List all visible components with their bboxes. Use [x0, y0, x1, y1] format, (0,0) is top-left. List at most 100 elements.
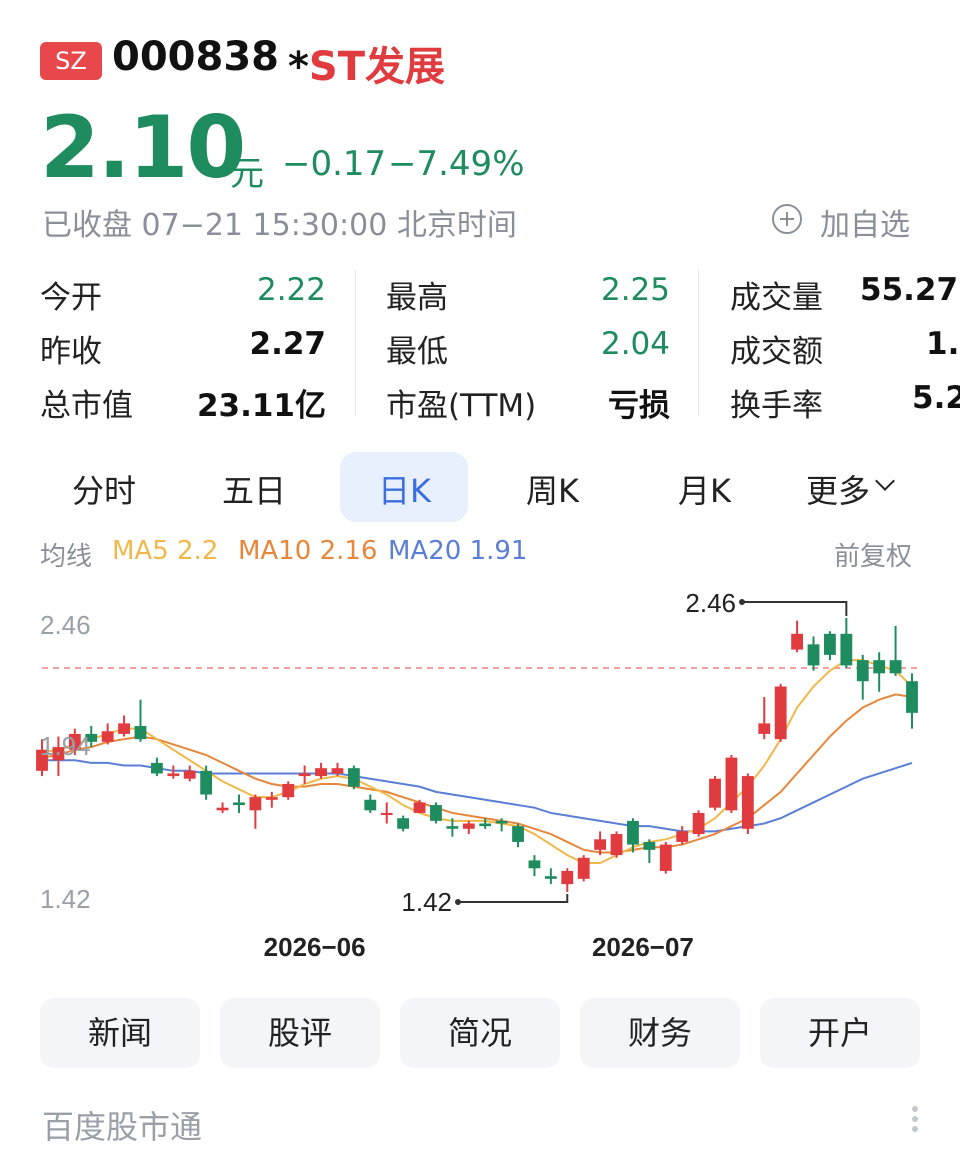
- tab-more[interactable]: 更多: [806, 466, 870, 512]
- profile-button[interactable]: 简况: [400, 998, 560, 1068]
- candle-body: [758, 723, 771, 734]
- ma10-value: MA10 2.16: [238, 536, 378, 566]
- low-marker-dot: [455, 899, 461, 905]
- stat-label: 最低: [386, 334, 448, 370]
- stat-value: 23.11亿: [196, 388, 326, 424]
- candlestick-chart[interactable]: 2.46 1.94 1.42 2.46 1.42 2026−06 2026−07: [0, 590, 960, 980]
- candle-body: [561, 870, 574, 885]
- stat-label: 总市值: [40, 388, 133, 424]
- candle-body: [840, 633, 853, 666]
- more-vertical-icon[interactable]: [910, 1106, 920, 1140]
- candle-body: [479, 823, 492, 827]
- candle-body: [544, 876, 557, 879]
- comments-button[interactable]: 股评: [220, 998, 380, 1068]
- y-axis-label: 2.46: [40, 610, 91, 640]
- candle-body: [167, 773, 180, 777]
- candle-body: [200, 770, 213, 795]
- plus-circle-icon: [772, 204, 802, 234]
- candle-body: [643, 841, 656, 850]
- candle-body: [873, 660, 886, 674]
- candle-body: [446, 826, 459, 829]
- financials-button[interactable]: 财务: [580, 998, 740, 1068]
- candle-body: [528, 860, 541, 869]
- stock-name-text: ST发展: [308, 44, 446, 90]
- candle-body: [298, 773, 311, 777]
- candle-body: [380, 812, 393, 815]
- stat-label: 昨收: [40, 334, 102, 370]
- candle-body: [512, 826, 524, 842]
- open-account-button[interactable]: 开户: [760, 998, 920, 1068]
- candle-body: [889, 660, 902, 674]
- candle-body: [856, 660, 869, 682]
- exchange-badge: SZ: [40, 42, 102, 80]
- candle-body: [676, 831, 689, 842]
- stat-value: 亏损: [608, 388, 670, 424]
- tab-daily-k[interactable]: 日K: [378, 466, 431, 512]
- stat-value: 2.25: [600, 272, 670, 308]
- stat-label: 市盈(TTM): [386, 388, 537, 424]
- y-axis-label: 1.42: [40, 884, 91, 914]
- candle-body: [725, 757, 738, 811]
- ma5-value: MA5 2.2: [112, 536, 219, 566]
- high-marker-line: [742, 601, 848, 616]
- candle-body: [430, 805, 442, 821]
- high-marker-label: 2.46: [685, 590, 736, 618]
- candle-body: [331, 768, 344, 774]
- x-axis-label: 2026−07: [592, 932, 694, 962]
- price-change: −0.17: [282, 144, 387, 184]
- candle-body: [364, 799, 377, 811]
- stat-value: 55.27: [860, 272, 959, 308]
- stat-label: 今开: [40, 280, 102, 316]
- candle-body: [265, 797, 278, 800]
- stat-value: 2.22: [256, 272, 326, 308]
- candle-body: [709, 778, 721, 808]
- stat-value: 2.27: [249, 326, 327, 362]
- price-change-pct: −7.49%: [388, 144, 525, 184]
- candle-body: [118, 723, 130, 734]
- candle-body: [791, 633, 804, 650]
- candle-body: [741, 776, 754, 829]
- tab-intraday[interactable]: 分时: [72, 466, 136, 512]
- candle-body: [150, 762, 163, 774]
- candle-body: [577, 857, 590, 879]
- y-axis-label: 1.94: [40, 731, 91, 761]
- candle-body: [216, 807, 229, 811]
- candle-body: [824, 633, 836, 655]
- stat-label: 最高: [386, 280, 448, 316]
- stat-label: 成交量: [730, 280, 823, 316]
- low-marker-label: 1.42: [401, 887, 452, 917]
- candle-body: [610, 834, 623, 856]
- candle-body: [627, 820, 639, 845]
- tab-weekly-k[interactable]: 周K: [526, 466, 579, 512]
- stat-value: 1.: [926, 326, 960, 362]
- candle-body: [249, 797, 262, 811]
- stat-label: 成交额: [730, 334, 823, 370]
- candle-body: [495, 820, 508, 824]
- stat-value: 5.2: [912, 380, 960, 416]
- tab-five-day[interactable]: 五日: [222, 466, 286, 512]
- candle-body: [659, 844, 672, 871]
- low-marker-line: [458, 894, 569, 903]
- candle-body: [183, 770, 196, 779]
- candle-body: [906, 681, 918, 713]
- divider: [355, 270, 356, 416]
- candle-body: [692, 812, 705, 835]
- x-axis-label: 2026−06: [264, 932, 366, 962]
- market-status: 已收盘 07−21 15:30:00 北京时间: [42, 208, 517, 243]
- candle-body: [233, 802, 245, 806]
- current-price: 2.10: [40, 98, 246, 198]
- candle-body: [594, 839, 607, 850]
- footer-brand: 百度股市通: [42, 1108, 203, 1146]
- price-unit: 元: [230, 154, 264, 194]
- price-adjust-toggle[interactable]: 前复权: [834, 536, 912, 573]
- divider: [698, 270, 699, 416]
- candle-body: [397, 818, 410, 829]
- stat-value: 2.04: [600, 326, 670, 362]
- chevron-down-icon: [875, 471, 895, 491]
- ma20-value: MA20 1.91: [388, 536, 528, 566]
- tab-monthly-k[interactable]: 月K: [678, 466, 731, 512]
- candle-body: [347, 768, 360, 787]
- candle-body: [101, 731, 114, 742]
- high-marker-dot: [739, 599, 745, 605]
- news-button[interactable]: 新闻: [40, 998, 200, 1068]
